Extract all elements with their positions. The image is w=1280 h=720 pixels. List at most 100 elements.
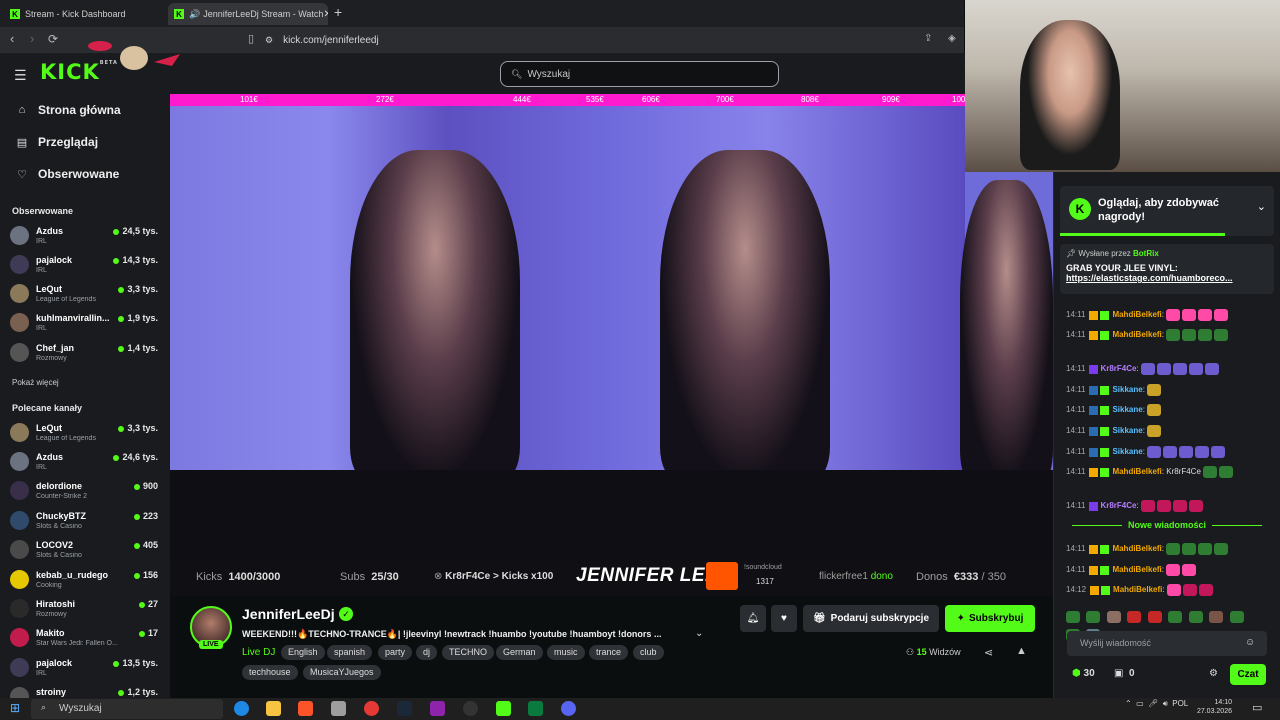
sidebar-nav-following[interactable]: ♡ Obserwowane xyxy=(15,167,119,181)
msg-user[interactable]: MahdiBelkefi xyxy=(1112,310,1161,319)
emoji-picker-icon[interactable]: ☺ xyxy=(1245,637,1255,648)
browser-tab-active[interactable]: K 🔊 JenniferLeeDj Stream - Watch ✕ xyxy=(168,3,328,25)
sidebar-nav-browse[interactable]: ▤ Przeglądaj xyxy=(15,135,98,149)
menu-icon[interactable]: ☰ xyxy=(14,67,27,84)
msg-user[interactable]: MahdiBelkefi xyxy=(1113,585,1162,594)
brave-icon[interactable] xyxy=(298,701,313,716)
tag[interactable]: music xyxy=(547,645,585,660)
new-tab-button[interactable]: + xyxy=(334,4,342,20)
search-input[interactable]: 🔍︎ Wyszukaj xyxy=(500,61,779,87)
sidebar-channel[interactable]: kebab_u_rudego Cooking 156 xyxy=(10,568,160,595)
sidebar-channel[interactable]: Azdus IRL 24,6 tys. xyxy=(10,450,160,477)
gift-subs-button[interactable]: 🎁︎ Podaruj subskrypcje xyxy=(803,605,939,632)
pinned-link[interactable]: https://elasticstage.com/huamboreco... xyxy=(1066,273,1256,283)
sidebar-channel[interactable]: LeQut League of Legends 3,3 tys. xyxy=(10,282,160,309)
sidebar-channel[interactable]: Hiratoshi Rozmowy 27 xyxy=(10,597,160,624)
reload-icon[interactable]: ⟳ xyxy=(48,32,58,46)
browser-tab[interactable]: K Stream - Kick Dashboard xyxy=(4,3,166,25)
emote-icon[interactable] xyxy=(1106,610,1121,623)
tag[interactable]: club xyxy=(633,645,664,660)
expand-title-icon[interactable]: ⌄ xyxy=(695,628,703,639)
chevron-down-icon[interactable]: ⌄ xyxy=(1257,200,1266,213)
msg-user[interactable]: Kr8rF4Ce xyxy=(1100,364,1136,373)
emote-icon[interactable] xyxy=(1229,610,1244,623)
sidebar-channel[interactable]: pajalock IRL 14,3 tys. xyxy=(10,253,160,280)
tag[interactable]: party xyxy=(378,645,413,660)
share-icon[interactable]: ⋖ xyxy=(984,646,993,659)
chrome-icon[interactable] xyxy=(364,701,379,716)
stream-category[interactable]: Live DJ xyxy=(242,647,275,658)
tag[interactable]: English xyxy=(281,645,325,660)
msg-user[interactable]: Sikkane xyxy=(1112,405,1142,414)
close-tab-icon[interactable]: ✕ xyxy=(323,9,328,20)
sidebar-channel[interactable]: stroiny 1,2 tys. xyxy=(10,685,160,698)
sidebar-channel[interactable]: ChuckyBTZ Slots & Casino 223 xyxy=(10,509,160,536)
sidebar-channel[interactable]: Makito Star Wars Jedi: Fallen O... 17 xyxy=(10,626,160,653)
shield-icon[interactable]: ◈ xyxy=(948,33,956,44)
tag[interactable]: techhouse xyxy=(242,665,298,680)
subscribe-button[interactable]: ✦ Subskrybuj xyxy=(945,605,1035,632)
tag[interactable]: German xyxy=(496,645,543,660)
notifications-icon[interactable]: ▭ xyxy=(1252,701,1262,714)
sidebar-channel[interactable]: LeQut League of Legends 3,3 tys. xyxy=(10,421,160,448)
msg-user[interactable]: MahdiBelkefi xyxy=(1112,467,1161,476)
forward-icon[interactable]: › xyxy=(30,31,34,46)
msg-user[interactable]: MahdiBelkefi xyxy=(1112,565,1161,574)
kick-app-icon[interactable] xyxy=(496,701,511,716)
emote-icon[interactable] xyxy=(1209,610,1224,623)
sidebar-channel[interactable]: Chef_jan Rozmowy 1,4 tys. xyxy=(10,341,160,368)
gifts-display[interactable]: ▣ 0 xyxy=(1114,668,1135,679)
rewards-banner[interactable]: K Oglądaj, aby zdobywać nagrody! ⌄ xyxy=(1060,186,1274,236)
pinned-message[interactable]: 📌︎ Wysłane przez BotRix GRAB YOUR JLEE V… xyxy=(1060,244,1274,294)
follow-button[interactable]: ♥ xyxy=(771,605,797,632)
obs-icon[interactable] xyxy=(463,701,478,716)
tag[interactable]: trance xyxy=(589,645,629,660)
clock[interactable]: 14:10 27.03.2026 xyxy=(1196,698,1232,716)
system-tray[interactable]: ⌃ ▭ 🎤︎ 🔊︎ POL xyxy=(1125,699,1188,709)
chat-settings-icon[interactable]: ⚙ xyxy=(1209,668,1218,679)
sidebar-channel[interactable]: delordione Counter-Strike 2 900 xyxy=(10,479,160,506)
emote-icon[interactable] xyxy=(1066,610,1080,623)
send-chat-button[interactable]: Czat xyxy=(1230,664,1266,685)
msg-user[interactable]: Kr8rF4Ce xyxy=(1100,501,1136,510)
file-explorer-icon[interactable] xyxy=(266,701,281,716)
points-display[interactable]: ⬢ 30 xyxy=(1072,668,1095,679)
app-icon[interactable] xyxy=(528,701,543,716)
tag[interactable]: spanish xyxy=(327,645,373,660)
msg-user[interactable]: Sikkane xyxy=(1112,385,1142,394)
sidebar-channel[interactable]: LOCOV2 Slots & Casino 405 xyxy=(10,538,160,565)
show-more-link[interactable]: Pokaż więcej xyxy=(12,378,59,387)
emote-icon[interactable] xyxy=(1147,610,1162,623)
emote-icon[interactable] xyxy=(1188,610,1203,623)
taskbar-search[interactable]: Wyszukaj xyxy=(31,699,223,719)
sidebar-channel[interactable]: pajalock IRL 13,5 tys. xyxy=(10,656,160,683)
app-icon[interactable] xyxy=(430,701,445,716)
back-icon[interactable]: ‹ xyxy=(10,31,14,46)
share-icon[interactable]: ⇪ xyxy=(924,33,932,44)
emote-icon[interactable] xyxy=(1168,610,1183,623)
sidebar-channel[interactable]: Azdus IRL 24,5 tys. xyxy=(10,224,160,251)
notification-bell-button[interactable]: 🔔︎ xyxy=(740,605,766,632)
address-bar[interactable]: ⚙ kick.com/jenniferleedj xyxy=(265,30,965,50)
sidebar-channel[interactable]: kuhlmanvirallin... IRL 1,9 tys. xyxy=(10,311,160,338)
emote-icon[interactable] xyxy=(1127,610,1142,623)
app-icon[interactable] xyxy=(331,701,346,716)
tag[interactable]: TECHNO xyxy=(442,645,494,660)
chat-input[interactable]: Wyślij wiadomość xyxy=(1067,631,1267,656)
bookmark-icon[interactable]: ▯ xyxy=(248,32,254,45)
report-icon[interactable]: ▲ xyxy=(1016,645,1027,657)
msg-user[interactable]: Sikkane xyxy=(1112,426,1142,435)
msg-user[interactable]: MahdiBelkefi xyxy=(1112,330,1161,339)
windows-start-icon[interactable]: ⊞ xyxy=(10,701,20,715)
msg-user[interactable]: MahdiBelkefi xyxy=(1112,544,1161,553)
viewer-count: 405 xyxy=(134,540,158,550)
tag[interactable]: MusicaYJuegos xyxy=(303,665,381,680)
edge-icon[interactable] xyxy=(234,701,249,716)
steam-icon[interactable] xyxy=(397,701,412,716)
sidebar-nav-home[interactable]: ⌂ Strona główna xyxy=(15,103,121,117)
discord-icon[interactable] xyxy=(561,701,576,716)
emote-icon[interactable] xyxy=(1086,610,1101,623)
channel-name[interactable]: JenniferLeeDj xyxy=(242,606,335,622)
msg-user[interactable]: Sikkane xyxy=(1112,447,1142,456)
tag[interactable]: dj xyxy=(416,645,438,660)
